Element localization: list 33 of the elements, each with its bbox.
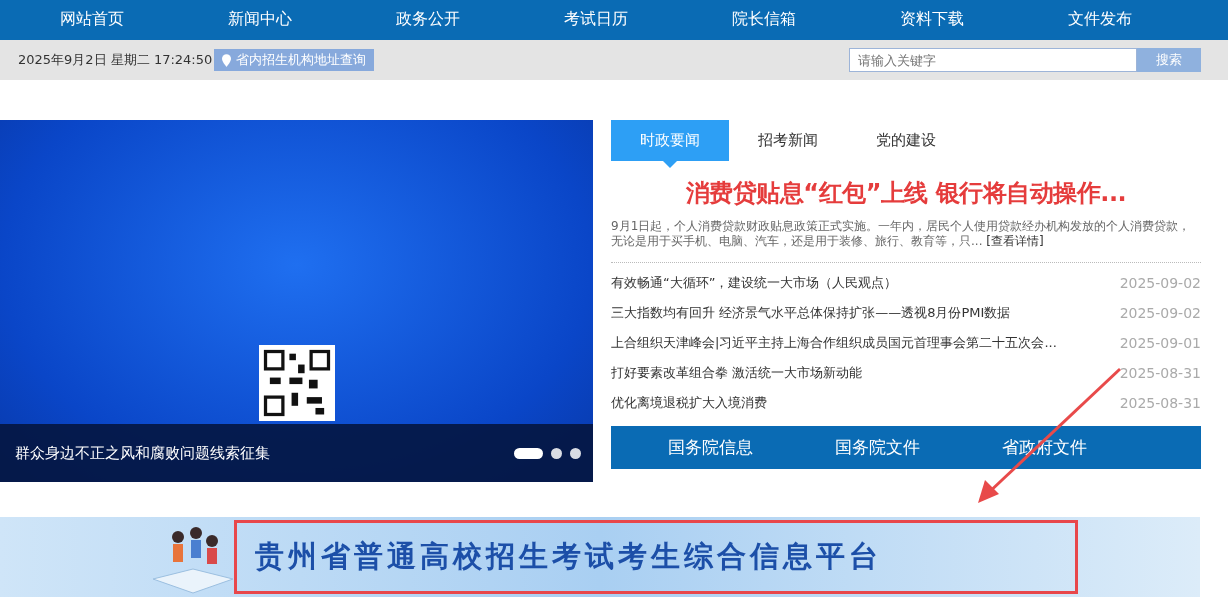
details-link[interactable]: [查看详情] xyxy=(986,234,1044,248)
nav-link[interactable]: 网站首页 xyxy=(8,0,176,40)
news-link[interactable]: 三大指数均有回升 经济景气水平总体保持扩张——透视8月份PMI数据 xyxy=(611,304,1011,322)
news-date: 2025-09-02 xyxy=(1119,305,1201,321)
category-link[interactable]: 国务院信息 xyxy=(627,426,794,469)
nav-link[interactable]: 新闻中心 xyxy=(176,0,344,40)
news-link[interactable]: 打好要素改革组合拳 激活统一大市场新动能 xyxy=(611,364,863,382)
news-tab[interactable]: 时政要闻 xyxy=(611,120,729,168)
location-pin-icon xyxy=(222,53,232,67)
banner-title: 贵州省普通高校招生考试考生综合信息平台 xyxy=(234,520,1078,594)
news-link[interactable]: 优化离境退税扩大入境消费 xyxy=(611,394,767,412)
platform-banner[interactable]: 贵州省普通高校招生考试考生综合信息平台 xyxy=(0,517,1200,597)
news-date: 2025-09-01 xyxy=(1119,335,1201,351)
nav-link[interactable]: 资料下载 xyxy=(848,0,1016,40)
slide-caption: 群众身边不正之风和腐败问题线索征集 xyxy=(15,443,270,463)
news-date: 2025-09-02 xyxy=(1119,275,1201,291)
news-date: 2025-08-31 xyxy=(1119,365,1201,381)
slide-dot[interactable] xyxy=(551,447,562,459)
headline-link[interactable]: 消费贷贴息“红包”上线 银行将自动操作... xyxy=(611,177,1201,209)
nav-link[interactable]: 考试日历 xyxy=(512,0,680,40)
slide-dot[interactable] xyxy=(570,447,581,459)
nav-link[interactable]: 政务公开 xyxy=(344,0,512,40)
search-field[interactable]: 请输入关键字 xyxy=(849,48,1137,72)
news-summary: 9月1日起，个人消费贷款财政贴息政策正式实施。一年内，居民个人使用贷款经办机构发放的个人消费贷款，无论是用于买手机、电脑、汽车，还是用于装修、旅行、教育等，只... [查看详情] xyxy=(611,219,1201,263)
news-link[interactable]: 上合组织天津峰会|习近平主持上海合作组织成员国元首理事会第二十五次会... xyxy=(611,334,1057,352)
nav-link[interactable]: 院长信箱 xyxy=(680,0,848,40)
news-link[interactable]: 有效畅通“大循环”，建设统一大市场（人民观点） xyxy=(611,274,898,292)
category-link[interactable]: 国务院文件 xyxy=(794,426,961,469)
nav-link[interactable]: 文件发布 xyxy=(1016,0,1184,40)
news-tab[interactable]: 党的建设 xyxy=(847,120,965,168)
news-date: 2025-08-31 xyxy=(1119,395,1201,411)
date-time: 2025年9月2日 星期二 17:24:50 xyxy=(18,51,213,69)
news-tab[interactable]: 招考新闻 xyxy=(729,120,847,168)
